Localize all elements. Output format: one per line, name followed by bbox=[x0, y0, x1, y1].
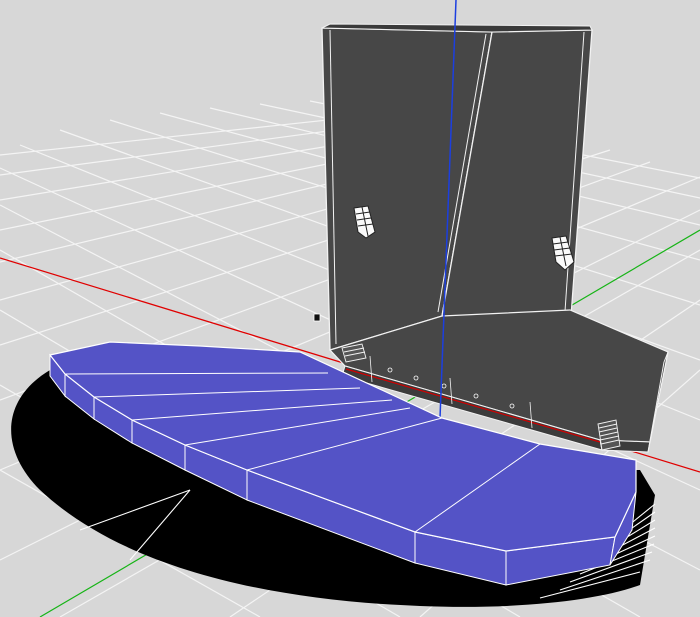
scene-canvas[interactable] bbox=[0, 0, 700, 617]
stage-steps-right bbox=[597, 419, 621, 451]
marker-left bbox=[313, 313, 321, 322]
corner-walls bbox=[321, 23, 593, 351]
3d-viewport[interactable] bbox=[0, 0, 700, 617]
